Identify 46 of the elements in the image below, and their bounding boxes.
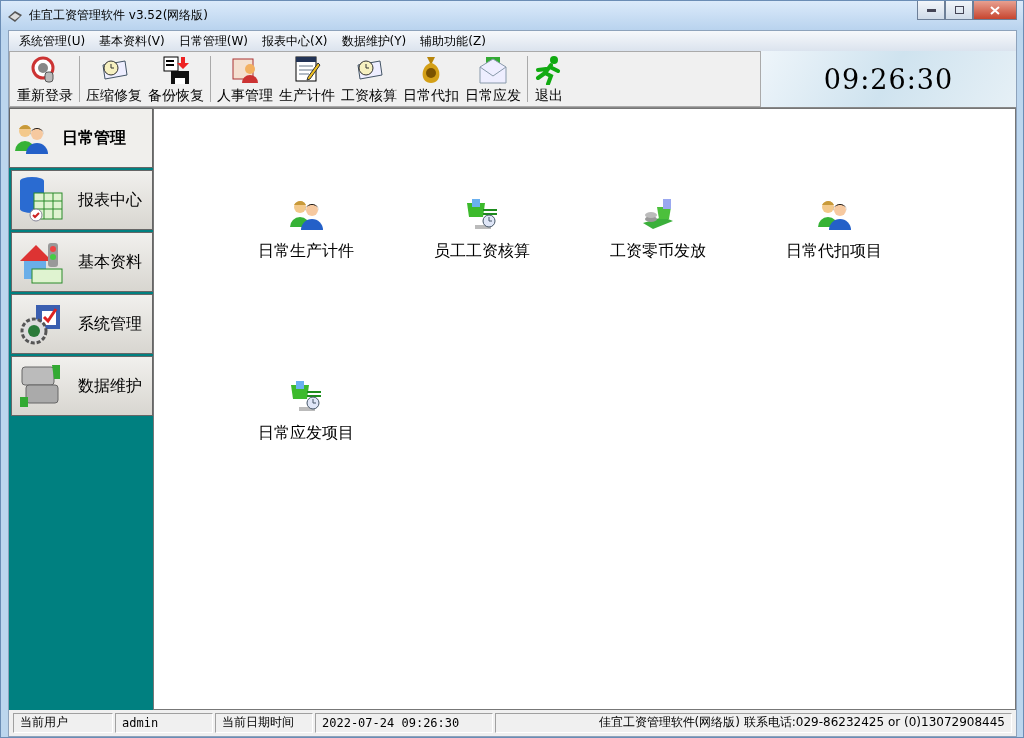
status-text: 当前日期时间 [215, 712, 313, 733]
status-text: admin [115, 712, 213, 733]
minimize-icon [926, 8, 936, 12]
toolbar-button[interactable]: 重新登录 [14, 52, 76, 106]
toolbar-button[interactable]: 备份恢复 [145, 52, 207, 106]
toolbar-button[interactable]: 人事管理 [214, 52, 276, 106]
box-clock-icon [465, 197, 499, 231]
toolbar-button[interactable]: 压缩修复 [83, 52, 145, 106]
toolbar-button[interactable]: 工资核算 [338, 52, 400, 106]
document-pen-icon [292, 55, 322, 85]
toolbar-button[interactable]: 日常代扣 [400, 52, 462, 106]
minimize-button[interactable] [917, 1, 945, 20]
box-clock-icon [289, 379, 323, 413]
menu-item[interactable]: 系统管理(U) [12, 32, 93, 50]
menu-item[interactable]: 辅助功能(Z) [413, 32, 493, 50]
sidebar-item[interactable]: 系统管理 [11, 294, 153, 354]
sidebar-item[interactable]: 报表中心 [11, 170, 153, 230]
maximize-icon [954, 6, 964, 14]
shortcut[interactable]: 日常生产计件 [218, 197, 394, 277]
maximize-button[interactable] [945, 1, 973, 20]
database-sheet-icon [18, 177, 64, 223]
status-text: 佳宜工资管理软件(网络版) 联系电话:029-86232425 or (0)13072908445 [495, 712, 1012, 733]
menu-item[interactable]: 数据维护(Y) [334, 32, 414, 50]
shortcut[interactable]: 日常代扣项目 [746, 197, 922, 277]
window-title: 佳宜工资管理软件 v3.52(网络版) [29, 7, 209, 24]
status-text: 当前用户 [13, 712, 113, 733]
toolbar-button[interactable]: 生产计件 [276, 52, 338, 106]
menu-item[interactable]: 基本资料(V) [92, 32, 172, 50]
shortcut[interactable]: 日常应发项目 [218, 379, 394, 459]
coins-icon [641, 197, 675, 231]
status-text: 2022-07-24 09:26:30 [315, 712, 493, 733]
floppy-disk-icon [161, 55, 191, 85]
clock: 09:26:30 [761, 51, 1016, 107]
toolbar-button[interactable]: 日常应发 [462, 52, 524, 106]
toolbar-button[interactable]: 退出 [531, 52, 567, 106]
close-button[interactable] [973, 1, 1017, 20]
envelope-money-icon [478, 55, 508, 85]
shortcut[interactable]: 员工工资核算 [394, 197, 570, 277]
sidebar-item[interactable]: 数据维护 [11, 356, 153, 416]
sidebar-item[interactable]: 日常管理 [9, 108, 153, 168]
shortcut[interactable]: 工资零币发放 [570, 197, 746, 277]
menu-item[interactable]: 报表中心(X) [254, 32, 335, 50]
close-icon [990, 5, 1000, 15]
menu-item[interactable]: 日常管理(W) [171, 32, 255, 50]
person-card-icon [230, 55, 260, 85]
sidebar-item[interactable]: 基本资料 [11, 232, 153, 292]
